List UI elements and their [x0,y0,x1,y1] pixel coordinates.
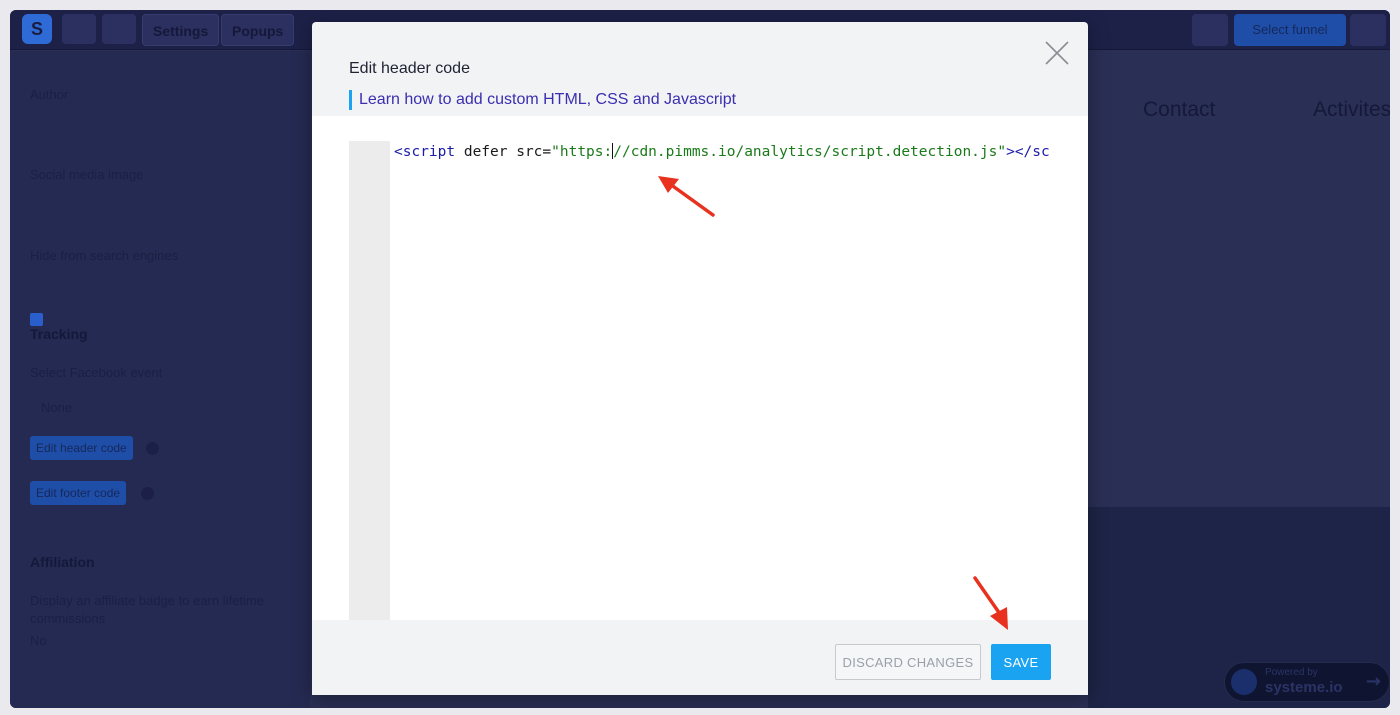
settings-button[interactable]: Settings [142,14,220,46]
facebook-event-select[interactable]: None [41,400,72,415]
app-window: S Settings Popups Select funnel Author S… [10,10,1390,708]
tracking-heading: Tracking [30,326,88,342]
author-label: Author [30,87,69,102]
discard-changes-button[interactable]: DISCARD CHANGES [835,644,981,680]
affiliation-heading: Affiliation [30,554,95,570]
select-funnel-button[interactable]: Select funnel [1234,14,1346,46]
facebook-event-label: Select Facebook event [30,365,163,380]
save-button[interactable]: SAVE [991,644,1051,680]
code-open-tag: <script [394,144,456,160]
code-line[interactable]: <script defer src="https://cdn.pimms.io/… [394,141,1052,163]
edit-header-code-modal: Edit header code Learn how to add custom… [312,22,1088,695]
custom-code-help-link[interactable]: Learn how to add custom HTML, CSS and Ja… [349,90,736,110]
app-logo[interactable]: S [22,14,52,44]
preview-eye-button[interactable] [1192,14,1228,46]
code-close-tag: ></scrip [1006,144,1052,160]
arrow-right-icon: → [1365,671,1381,692]
affiliate-badge-value[interactable]: No [30,633,47,648]
social-image-label: Social media image [30,167,144,182]
undo-button[interactable] [62,14,96,44]
code-editor[interactable]: <script defer src="https://cdn.pimms.io/… [312,116,1088,620]
powered-by-label: Powered by [1265,667,1318,678]
close-icon[interactable] [1044,40,1070,66]
code-string-end: //cdn.pimms.io/analytics/script.detectio… [613,144,1007,160]
help-icon[interactable] [146,442,159,455]
powered-by-badge[interactable]: Powered by systeme.io → [1224,662,1390,702]
help-icon[interactable] [141,487,154,500]
modal-footer: DISCARD CHANGES SAVE [312,620,1088,695]
edit-header-code-button[interactable]: Edit header code [30,436,133,460]
systeme-logo-icon [1231,669,1257,695]
hide-search-checkbox[interactable] [30,313,43,326]
popups-button[interactable]: Popups [221,14,295,46]
code-string-start: "https: [551,144,613,160]
powered-by-brand: systeme.io [1265,679,1343,696]
affiliate-badge-text: Display an affiliate badge to earn lifet… [30,593,264,626]
redo-button[interactable] [102,14,136,44]
line-number-gutter [349,141,390,620]
edit-footer-code-button[interactable]: Edit footer code [30,481,127,505]
modal-title: Edit header code [349,60,470,77]
hide-search-label: Hide from search engines [30,248,179,263]
nav-activities[interactable]: Activites [1313,98,1390,122]
exit-button[interactable] [1350,14,1386,46]
code-attr: defer src= [455,144,552,160]
settings-sidebar: Author Social media image Hide from sear… [10,51,310,708]
nav-contact[interactable]: Contact [1143,98,1215,122]
